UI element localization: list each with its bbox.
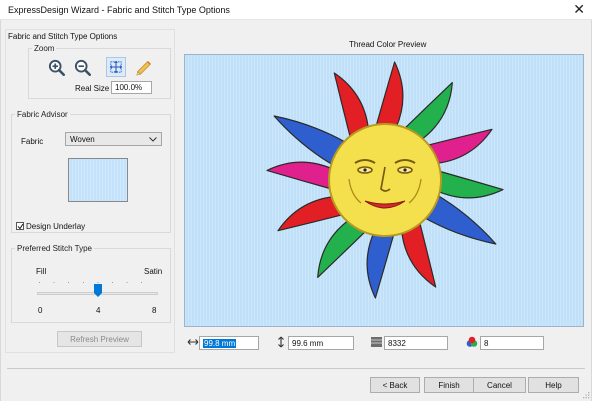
fill-label: Fill (36, 267, 47, 276)
measure-button[interactable] (134, 57, 154, 77)
zoom-out-icon (74, 59, 91, 76)
section-title: Fabric and Stitch Type Options (8, 32, 118, 41)
measure-icon (136, 61, 151, 76)
sun-left-pupil (363, 168, 367, 172)
fabric-swatch (68, 158, 128, 202)
fabric-select-value: Woven (70, 135, 95, 144)
checkmark-icon (17, 223, 24, 230)
fabric-label: Fabric (21, 137, 44, 146)
chevron-down-icon (149, 137, 157, 142)
zoom-in-icon (48, 59, 65, 76)
width-field[interactable]: 99.8 mm (199, 336, 259, 350)
sun-ray (266, 161, 336, 191)
design-underlay-checkbox[interactable] (16, 222, 24, 230)
window-title: ExpressDesign Wizard - Fabric and Stitch… (8, 5, 230, 15)
thread-color-preview (184, 54, 584, 327)
sun-right-pupil (403, 168, 407, 172)
height-field[interactable]: 99.6 mm (288, 336, 354, 350)
real-size-label: Real Size (75, 84, 110, 93)
design-underlay-label: Design Underlay (26, 222, 86, 231)
width-arrow-icon (187, 339, 199, 345)
fabric-advisor-legend: Fabric Advisor (15, 110, 70, 119)
zoom-fit-icon (109, 60, 123, 74)
zoom-legend: Zoom (32, 44, 57, 53)
finish-button[interactable]: Finish (424, 377, 474, 393)
zoom-out-button[interactable] (72, 57, 92, 77)
satin-label: Satin (144, 267, 163, 276)
stitch-count-field[interactable]: 8332 (384, 336, 448, 350)
slider-ticks (39, 282, 156, 283)
separator (7, 368, 585, 369)
close-icon[interactable]: ✕ (573, 2, 585, 16)
real-size-field[interactable]: 100.0% (111, 81, 152, 94)
resize-grip-icon[interactable] (582, 391, 590, 399)
sun-face (328, 123, 442, 237)
color-count-icon (466, 336, 478, 347)
title-bar: ExpressDesign Wizard - Fabric and Stitch… (0, 0, 592, 20)
back-button[interactable]: < Back (370, 377, 420, 393)
sun-ray (374, 61, 404, 131)
stitch-type-legend: Preferred Stitch Type (15, 244, 94, 253)
width-value: 99.8 mm (203, 339, 237, 348)
tick-label-mid: 4 (96, 306, 101, 315)
tick-label-min: 0 (38, 306, 43, 315)
fabric-select[interactable]: Woven (65, 132, 162, 146)
preview-title: Thread Color Preview (349, 40, 427, 49)
sun-ray (434, 169, 504, 199)
zoom-in-button[interactable] (46, 57, 66, 77)
tick-label-max: 8 (152, 306, 157, 315)
cancel-button[interactable]: Cancel (473, 377, 526, 393)
help-button[interactable]: Help (528, 377, 579, 393)
height-arrow-icon (278, 336, 284, 348)
stitch-type-slider[interactable] (37, 280, 158, 302)
color-count-field[interactable]: 8 (480, 336, 544, 350)
slider-thumb[interactable] (93, 284, 102, 297)
stitch-count-icon (371, 337, 382, 347)
sun-design (266, 61, 504, 299)
refresh-preview-button[interactable]: Refresh Preview (57, 331, 142, 347)
zoom-fit-button[interactable] (106, 57, 126, 77)
sun-ray (366, 229, 396, 299)
